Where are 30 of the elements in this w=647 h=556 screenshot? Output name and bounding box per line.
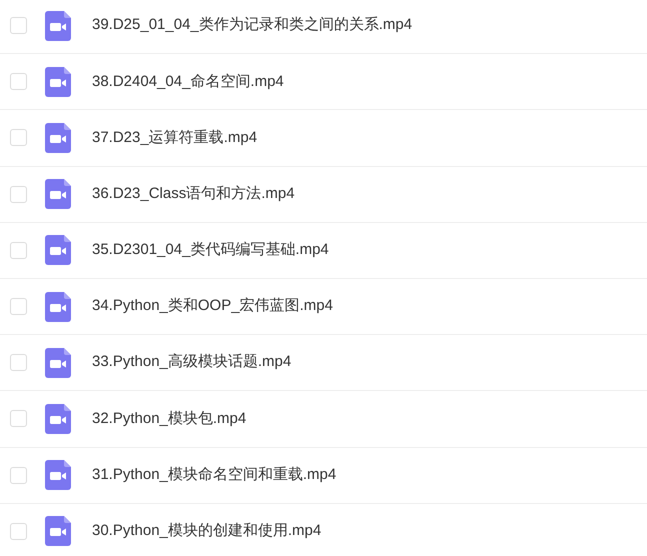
video-file-icon — [45, 179, 71, 210]
video-file-icon — [45, 235, 71, 266]
video-file-icon — [45, 460, 71, 490]
checkbox[interactable] — [10, 522, 27, 540]
file-name[interactable]: 34.Python_类和OOP_宏伟蓝图.mp4 — [92, 295, 333, 318]
file-name[interactable]: 33.Python_高级模块话题.mp4 — [92, 351, 292, 374]
file-name[interactable]: 39.D25_01_04_类作为记录和类之间的关系.mp4 — [92, 14, 412, 37]
video-file-icon — [45, 292, 71, 322]
video-file-icon — [45, 66, 71, 97]
file-name[interactable]: 32.Python_模块包.mp4 — [92, 408, 246, 430]
checkbox[interactable] — [10, 466, 27, 484]
file-name[interactable]: 37.D23_运算符重载.mp4 — [92, 126, 258, 150]
checkbox[interactable] — [10, 186, 27, 203]
video-file-icon — [45, 10, 71, 41]
checkbox[interactable] — [10, 129, 27, 146]
checkbox[interactable] — [10, 354, 27, 372]
video-file-icon — [45, 348, 71, 378]
file-name[interactable]: 31.Python_模块命名空间和重载.mp4 — [92, 464, 336, 486]
checkbox[interactable] — [10, 17, 27, 34]
checkbox[interactable] — [10, 410, 27, 428]
checkbox[interactable] — [10, 298, 27, 316]
file-name[interactable]: 36.D23_Class语句和方法.mp4 — [92, 182, 295, 206]
checkbox[interactable] — [10, 73, 27, 90]
file-name[interactable]: 35.D2301_04_类代码编写基础.mp4 — [92, 239, 329, 262]
video-file-icon — [45, 516, 71, 546]
video-file-icon — [45, 122, 71, 153]
video-file-icon — [45, 404, 71, 434]
file-name[interactable]: 30.Python_模块的创建和使用.mp4 — [92, 520, 322, 543]
file-name[interactable]: 38.D2404_04_命名空间.mp4 — [92, 70, 284, 94]
checkbox[interactable] — [10, 242, 27, 259]
